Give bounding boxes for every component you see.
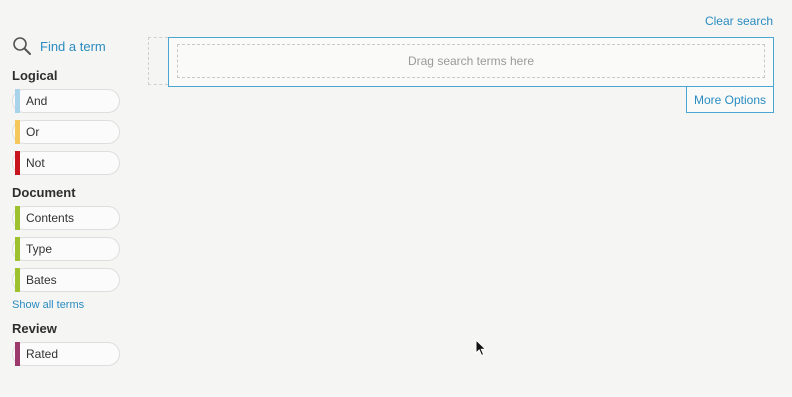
- term-color-bar: [15, 89, 20, 113]
- show-all-terms-link[interactable]: Show all terms: [12, 299, 127, 311]
- query-area: Drag search terms here: [148, 37, 774, 87]
- search-builder-page: Find a term Logical And Or Not Document …: [0, 0, 792, 397]
- term-or[interactable]: Or: [12, 120, 120, 144]
- term-color-bar: [15, 342, 20, 366]
- term-not[interactable]: Not: [12, 151, 120, 175]
- find-term-label: Find a term: [40, 38, 106, 54]
- term-rated[interactable]: Rated: [12, 342, 120, 366]
- terms-sidebar: Find a term Logical And Or Not Document …: [12, 34, 127, 373]
- query-gutter: [148, 37, 168, 85]
- find-term-link[interactable]: Find a term: [12, 34, 127, 58]
- query-box: Drag search terms here: [168, 37, 774, 87]
- drop-zone[interactable]: Drag search terms here: [177, 44, 765, 78]
- term-label: Type: [26, 242, 53, 256]
- term-bates[interactable]: Bates: [12, 268, 120, 292]
- term-label: Rated: [26, 347, 59, 361]
- more-options-button[interactable]: More Options: [686, 87, 774, 113]
- term-label: Not: [26, 156, 45, 170]
- term-color-bar: [15, 120, 20, 144]
- term-color-bar: [15, 268, 20, 292]
- term-and[interactable]: And: [12, 89, 120, 113]
- term-label: And: [26, 94, 48, 108]
- section-title-review: Review: [12, 321, 57, 336]
- search-icon: [12, 36, 32, 56]
- term-label: Bates: [26, 273, 57, 287]
- term-color-bar: [15, 151, 20, 175]
- term-label: Contents: [26, 211, 75, 225]
- clear-search-link[interactable]: Clear search: [705, 14, 773, 28]
- term-type[interactable]: Type: [12, 237, 120, 261]
- term-color-bar: [15, 206, 20, 230]
- mouse-pointer-icon: [475, 338, 487, 362]
- term-label: Or: [26, 125, 40, 139]
- term-contents[interactable]: Contents: [12, 206, 120, 230]
- section-title-document: Document: [12, 185, 76, 200]
- term-color-bar: [15, 237, 20, 261]
- section-title-logical: Logical: [12, 68, 58, 83]
